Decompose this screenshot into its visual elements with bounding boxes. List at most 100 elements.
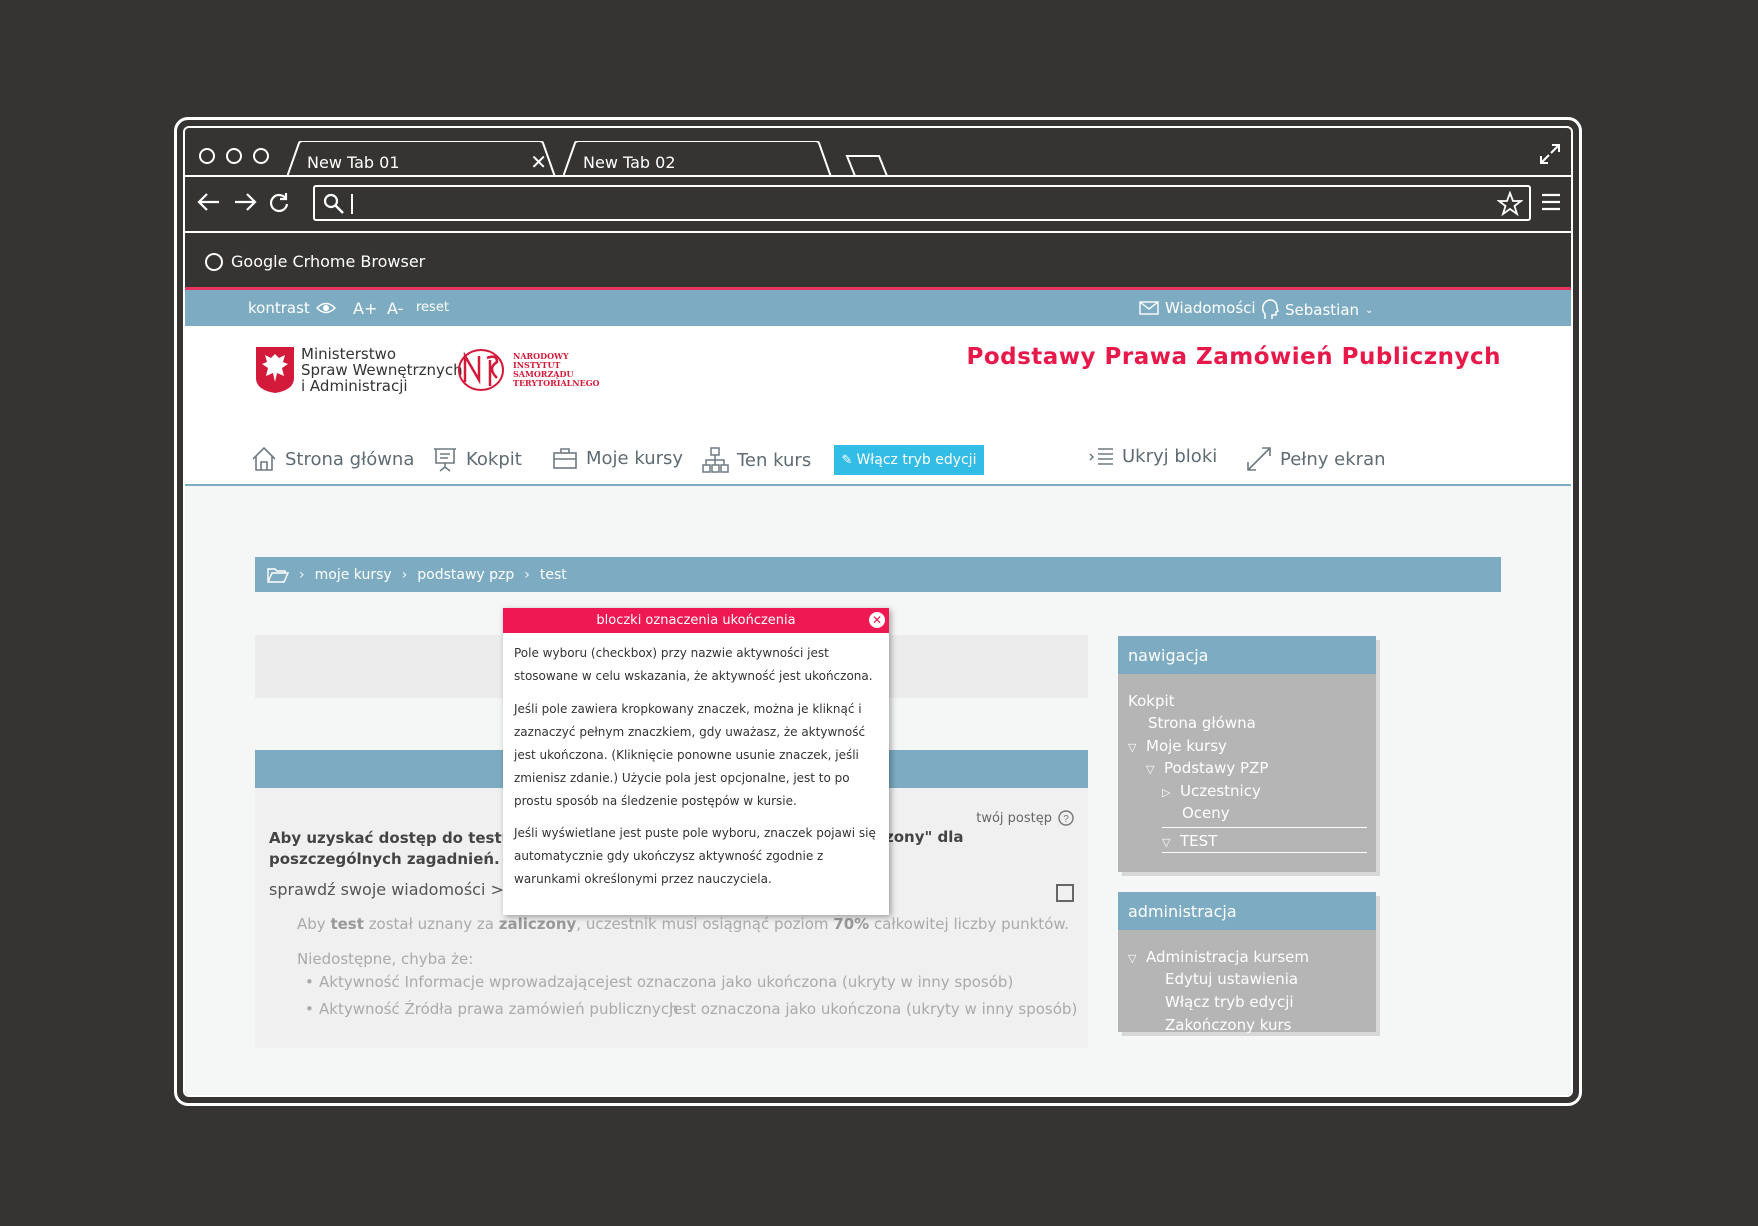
access-info-right: zony" dla [885, 828, 964, 846]
search-icon [323, 193, 344, 214]
restriction-activity: Aktywność Źródła prawa zamówień publiczn… [319, 1000, 679, 1018]
cond-mid: został uznany za [368, 915, 494, 933]
admin-course-label: Administracja kursem [1146, 948, 1309, 966]
nav-tree-grades[interactable]: Oceny [1182, 804, 1230, 822]
nav-this-course[interactable]: Ten kurs [701, 446, 811, 474]
ministry-line-2: Spraw Wewnętrznych [301, 361, 463, 379]
breadcrumb-course[interactable]: podstawy pzp [417, 567, 514, 583]
user-menu[interactable]: Sebastian ⌄ [1261, 299, 1373, 321]
quiz-link[interactable]: sprawdź swoje wiadomości >>> t [269, 880, 542, 899]
ministry-line-1: Ministerstwo [301, 345, 397, 363]
fullscreen-label: Pełny ekran [1280, 448, 1386, 470]
admin-course[interactable]: ▽ Administracja kursem [1128, 948, 1309, 966]
minimize-window-button[interactable] [226, 148, 242, 164]
admin-edit-settings[interactable]: Edytuj ustawienia [1165, 970, 1298, 988]
close-window-button[interactable] [199, 148, 215, 164]
site-title: Podstawy Prawa Zamówień Publicznych [966, 344, 1501, 370]
ministry-logo[interactable]: Ministerstwo Spraw Wewnętrznych i Admini… [255, 346, 463, 394]
nav-tree-kokpit[interactable]: Kokpit [1128, 692, 1175, 710]
main-navigation: Strona główna Kokpit Moje kursy Ten kurs… [185, 432, 1571, 486]
font-decrease-button[interactable]: A- [387, 299, 403, 318]
restriction-status: jest oznaczona jako ukończona (ukryty w … [669, 1000, 1078, 1018]
reload-icon[interactable] [267, 191, 291, 213]
expand-icon[interactable] [1539, 143, 1561, 165]
nav-tree-home[interactable]: Strona główna [1148, 714, 1256, 732]
help-dialog-title: bloczki oznaczenia ukończenia [596, 613, 796, 628]
fullscreen-button[interactable]: Pełny ekran [1246, 446, 1386, 472]
nist-name: NARODOWY INSTYTUT SAMORZĄDU TERYTORIALNE… [513, 352, 600, 388]
cond-passed: zaliczony [498, 915, 577, 933]
envelope-icon [1139, 301, 1159, 315]
sitemap-icon [702, 447, 729, 473]
divider [1162, 827, 1367, 828]
chevron-down-icon: ⌄ [1365, 304, 1374, 316]
tab-2[interactable]: New Tab 02 [563, 141, 843, 177]
edit-mode-label: Włącz tryb edycji [856, 452, 977, 468]
close-icon[interactable]: ✕ [869, 612, 885, 628]
nav-tree-course-label: Podstawy PZP [1164, 759, 1269, 777]
nav-tree-my-courses[interactable]: ▽ Moje kursy [1128, 737, 1227, 755]
forward-arrow-icon[interactable] [233, 191, 257, 213]
messages-link[interactable]: Wiadomości [1139, 299, 1256, 317]
help-paragraph-3: Jeśli wyświetlane jest puste pole wyboru… [514, 826, 876, 886]
maximize-window-button[interactable] [253, 148, 269, 164]
nist-emblem-icon [458, 349, 504, 391]
nav-tree-participants[interactable]: ▷ Uczestnicy [1162, 782, 1261, 800]
bookmark-label: Google Crhome Browser [231, 252, 426, 271]
help-icon[interactable]: ? [1058, 810, 1074, 826]
toolbar-divider [185, 231, 1571, 233]
nav-my-courses[interactable]: Moje kursy [552, 446, 683, 470]
navigation-block-title: nawigacja [1118, 636, 1376, 674]
help-paragraph-2: Jeśli pole zawiera kropkowany znaczek, m… [514, 702, 866, 808]
ministry-line-3: i Administracji [301, 377, 408, 395]
folder-icon[interactable] [267, 567, 289, 583]
nav-my-courses-label: Moje kursy [586, 447, 684, 469]
font-increase-button[interactable]: A+ [353, 299, 377, 318]
nav-tree-test[interactable]: ▽ TEST [1162, 832, 1217, 850]
web-page: kontrast A+ A- reset Wiadomości Sebastia… [185, 290, 1571, 1095]
breadcrumb-my-courses[interactable]: moje kursy [315, 567, 392, 583]
back-arrow-icon[interactable] [197, 191, 221, 213]
nist-logo[interactable]: NARODOWY INSTYTUT SAMORZĄDU TERYTORIALNE… [457, 346, 600, 394]
bookmark-item[interactable]: Google Crhome Browser [205, 252, 425, 271]
progress-indicator: twój postęp ? [976, 810, 1074, 826]
reset-button[interactable]: reset [416, 300, 449, 315]
nav-home[interactable]: Strona główna [251, 446, 414, 472]
admin-course-completed[interactable]: Zakończony kurs [1165, 1016, 1291, 1034]
administration-block-title: administracja [1118, 892, 1376, 930]
progress-label: twój postęp [976, 810, 1052, 826]
nav-dashboard[interactable]: Kokpit [432, 446, 522, 472]
user-name: Sebastian [1285, 301, 1360, 319]
address-bar[interactable] [313, 185, 1531, 221]
hide-blocks-button[interactable]: Ukryj bloki [1088, 446, 1217, 467]
nist-line-4: TERYTORIALNEGO [513, 378, 600, 388]
contrast-toggle[interactable]: kontrast [248, 299, 336, 317]
bookmark-icon [205, 252, 223, 271]
tab-1-label: New Tab 01 [307, 153, 400, 172]
nav-tree-course[interactable]: ▽ Podstawy PZP [1146, 759, 1268, 777]
messages-label: Wiadomości [1165, 299, 1256, 317]
nav-this-course-label: Ten kurs [737, 449, 812, 471]
menu-icon[interactable] [1541, 192, 1561, 212]
breadcrumb-test[interactable]: test [540, 567, 567, 583]
administration-block: administracja ▽ Administracja kursem Edy… [1118, 892, 1376, 1034]
star-icon[interactable] [1497, 191, 1523, 217]
svg-text:?: ? [1063, 814, 1069, 825]
reset-label: reset [416, 300, 449, 315]
tab-divider [185, 175, 1571, 177]
cond-mid2: , uczestnik musi osiągnąć poziom [576, 915, 829, 933]
edit-mode-button[interactable]: ✎ Włącz tryb edycji [834, 445, 984, 475]
tab-close-icon[interactable]: ✕ [530, 150, 547, 174]
tab-1[interactable]: New Tab 01 ✕ [287, 141, 567, 177]
site-header: Ministerstwo Spraw Wewnętrznych i Admini… [185, 326, 1571, 432]
divider [1162, 852, 1367, 853]
presentation-board-icon [434, 448, 456, 472]
text-cursor [351, 194, 353, 214]
triangle-right-icon: ▷ [1162, 786, 1171, 799]
completion-checkbox[interactable] [1056, 884, 1074, 902]
admin-edit-mode[interactable]: Włącz tryb edycji [1165, 993, 1294, 1011]
font-decrease-label: A- [387, 299, 404, 318]
new-tab-button[interactable] [845, 155, 889, 177]
window-controls [199, 148, 269, 164]
navigation-block: nawigacja Kokpit Strona główna ▽ Moje ku… [1118, 636, 1376, 872]
